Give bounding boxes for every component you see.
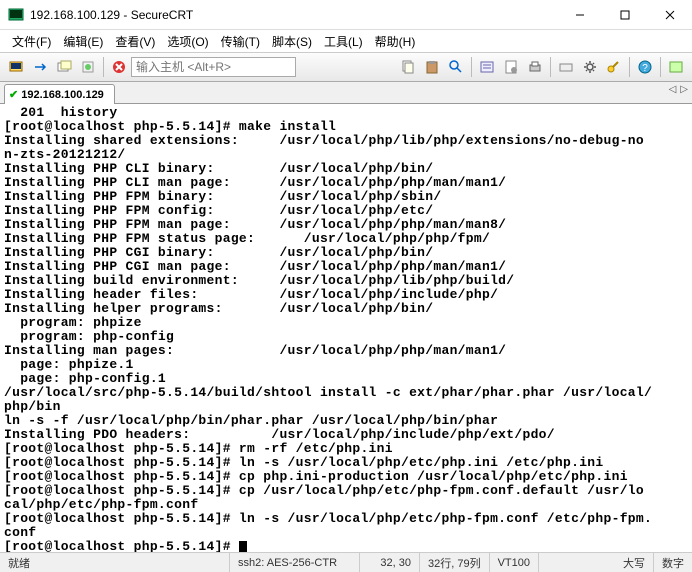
title-bar: 192.168.100.129 - SecureCRT bbox=[0, 0, 692, 30]
toolbar-log-icon[interactable] bbox=[500, 56, 522, 78]
toolbar-paste-icon[interactable] bbox=[421, 56, 443, 78]
toolbar-session-icon[interactable] bbox=[53, 56, 75, 78]
terminal-output[interactable]: 201 history [root@localhost php-5.5.14]#… bbox=[0, 104, 692, 554]
toolbar-help-icon[interactable]: ? bbox=[634, 56, 656, 78]
app-icon bbox=[8, 7, 24, 23]
toolbar-connect-icon[interactable] bbox=[5, 56, 27, 78]
window-title: 192.168.100.129 - SecureCRT bbox=[30, 8, 557, 22]
toolbar-sep bbox=[550, 57, 551, 77]
toolbar-settings-icon[interactable] bbox=[579, 56, 601, 78]
status-size: 32行, 79列 bbox=[420, 553, 490, 572]
tab-bar: ✔ 192.168.100.129 ◁ ▷ bbox=[0, 82, 692, 104]
close-button[interactable] bbox=[647, 0, 692, 29]
toolbar-properties-icon[interactable] bbox=[476, 56, 498, 78]
tab-label: 192.168.100.129 bbox=[21, 89, 104, 101]
toolbar-sep bbox=[660, 57, 661, 77]
maximize-button[interactable] bbox=[602, 0, 647, 29]
status-cursor: 32, 30 bbox=[360, 553, 420, 572]
toolbar-print-icon[interactable] bbox=[524, 56, 546, 78]
toolbar-sep bbox=[471, 57, 472, 77]
toolbar-disconnect-icon[interactable] bbox=[108, 56, 130, 78]
toolbar-sep bbox=[103, 57, 104, 77]
menu-options[interactable]: 选项(O) bbox=[161, 31, 214, 52]
toolbar-extra-icon[interactable] bbox=[665, 56, 687, 78]
minimize-button[interactable] bbox=[557, 0, 602, 29]
menu-file[interactable]: 文件(F) bbox=[6, 31, 57, 52]
toolbar-copy-icon[interactable] bbox=[397, 56, 419, 78]
status-ssh: ssh2: AES-256-CTR bbox=[230, 553, 360, 572]
host-input[interactable] bbox=[131, 57, 296, 77]
svg-text:?: ? bbox=[642, 63, 648, 74]
menu-script[interactable]: 脚本(S) bbox=[266, 31, 318, 52]
status-bar: 就绪 ssh2: AES-256-CTR 32, 30 32行, 79列 VT1… bbox=[0, 552, 692, 572]
status-num: 数字 bbox=[654, 553, 692, 572]
toolbar-keymap-icon[interactable] bbox=[555, 56, 577, 78]
toolbar-find-icon[interactable] bbox=[445, 56, 467, 78]
status-ready: 就绪 bbox=[0, 553, 230, 572]
toolbar-sep bbox=[629, 57, 630, 77]
menu-view[interactable]: 查看(V) bbox=[109, 31, 161, 52]
tab-status-icon: ✔ bbox=[9, 88, 18, 101]
tab-prev-icon[interactable]: ◁ bbox=[669, 84, 677, 95]
menu-transfer[interactable]: 传输(T) bbox=[215, 31, 266, 52]
menu-bar: 文件(F) 编辑(E) 查看(V) 选项(O) 传输(T) 脚本(S) 工具(L… bbox=[0, 30, 692, 52]
toolbar-reconnect-icon[interactable] bbox=[77, 56, 99, 78]
window-buttons bbox=[557, 0, 692, 29]
menu-edit[interactable]: 编辑(E) bbox=[57, 31, 109, 52]
menu-help[interactable]: 帮助(H) bbox=[369, 31, 422, 52]
menu-tools[interactable]: 工具(L) bbox=[318, 31, 369, 52]
toolbar-key-icon[interactable] bbox=[603, 56, 625, 78]
status-term: VT100 bbox=[490, 553, 539, 572]
status-caps: 大写 bbox=[615, 553, 654, 572]
tab-next-icon[interactable]: ▷ bbox=[680, 84, 688, 95]
toolbar: ? bbox=[0, 52, 692, 82]
session-tab[interactable]: ✔ 192.168.100.129 bbox=[4, 84, 115, 104]
toolbar-quick-connect-icon[interactable] bbox=[29, 56, 51, 78]
